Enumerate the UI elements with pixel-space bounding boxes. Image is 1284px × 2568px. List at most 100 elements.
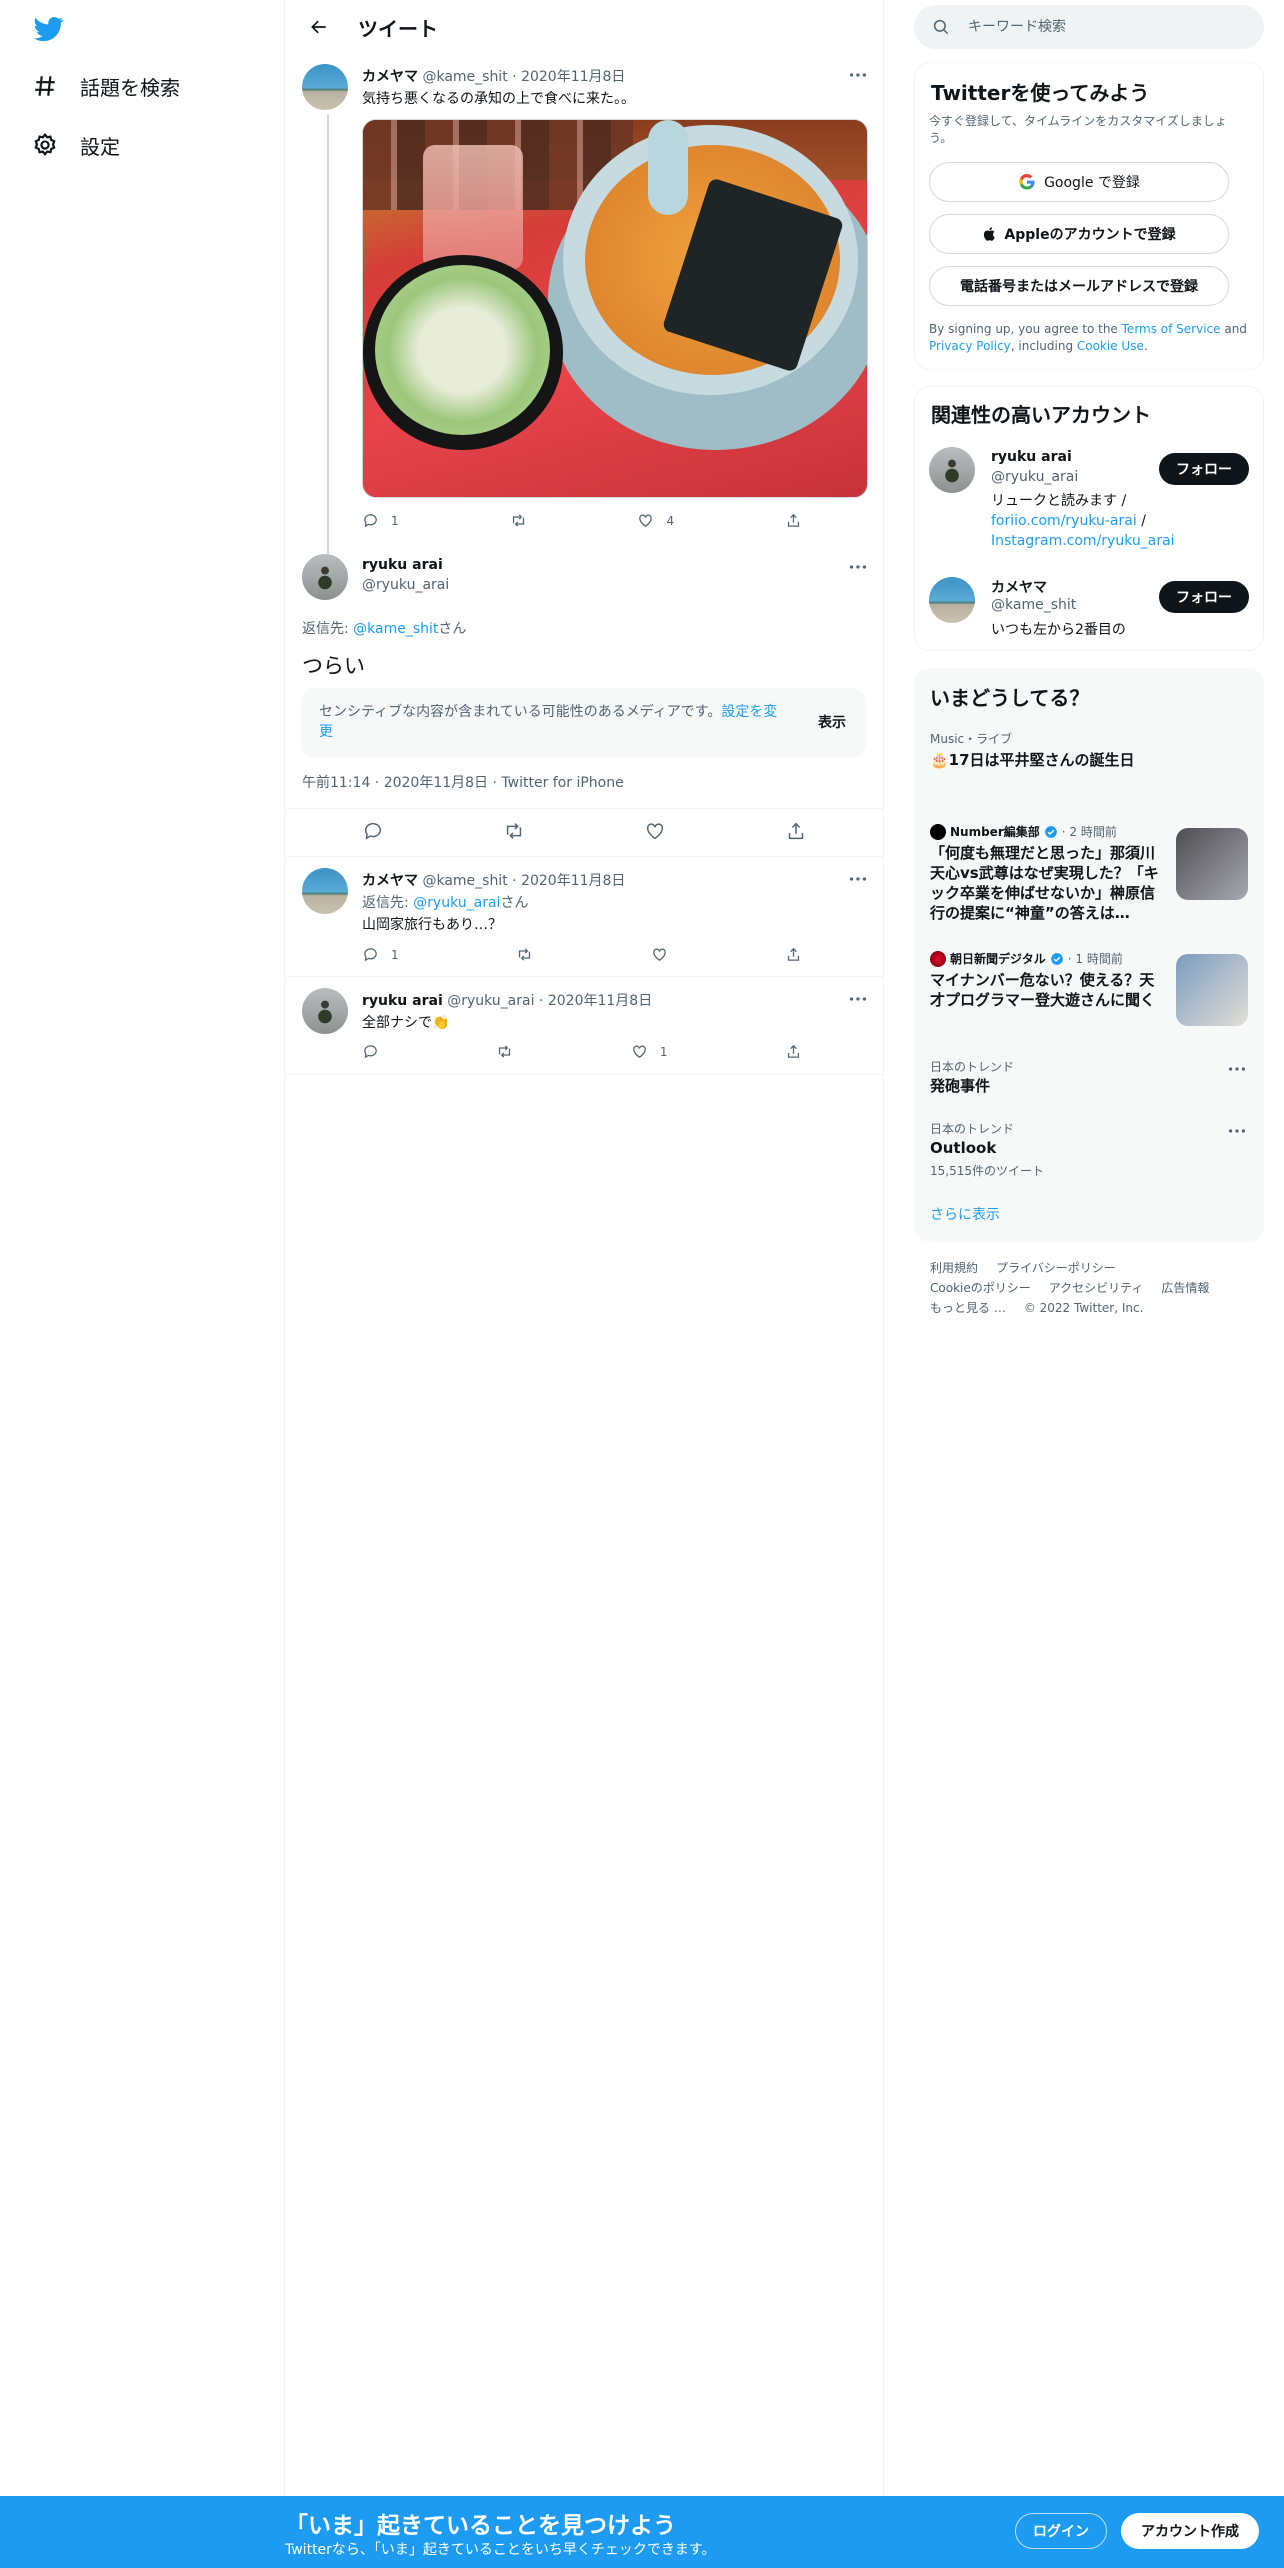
tweet-date[interactable]: 2020年11月8日	[521, 69, 625, 85]
more-icon[interactable]	[847, 64, 869, 86]
sensitive-media-notice: センシティブな内容が含まれている可能性のあるメディアです。設定を変更 表示	[301, 688, 866, 758]
account-handle[interactable]: @kame_shit	[991, 597, 1076, 613]
footer-link-ads[interactable]: 広告情報	[1161, 1281, 1209, 1295]
reply-button[interactable]	[362, 820, 384, 842]
avatar[interactable]	[302, 64, 348, 110]
apple-signup-button[interactable]: Appleのアカウントで登録	[929, 214, 1229, 254]
terms-prefix: By signing up, you agree to the	[929, 322, 1122, 336]
signup-subtitle: 今すぐ登録して、タイムラインをカスタマイズしましょう。	[929, 114, 1227, 145]
reply-button[interactable]: 1	[362, 946, 399, 963]
retweet-button[interactable]	[516, 946, 533, 963]
show-more-link[interactable]: さらに表示	[930, 1204, 1000, 1224]
avatar[interactable]	[302, 988, 348, 1034]
like-count: 1	[659, 1044, 668, 1059]
trends-title: いまどうしてる？	[930, 686, 1090, 710]
cookie-link[interactable]: Cookie Use	[1077, 339, 1144, 353]
tweet-meta[interactable]: 午前11:14 · 2020年11月8日 · Twitter for iPhon…	[302, 772, 624, 792]
author-name[interactable]: カメヤマ	[362, 873, 418, 889]
reply-button[interactable]	[362, 1043, 379, 1060]
tweet-date[interactable]: 2020年11月8日	[548, 993, 652, 1009]
footer-link-accessibility[interactable]: アクセシビリティ	[1049, 1281, 1144, 1295]
like-button[interactable]	[651, 946, 668, 963]
tweet-header: カメヤマ @kame_shit · 2020年11月8日	[362, 870, 625, 890]
author-handle[interactable]: @ryuku_arai	[447, 993, 534, 1009]
footer-link-terms[interactable]: 利用規約	[930, 1261, 978, 1275]
terms-and: and	[1220, 322, 1247, 336]
more-icon[interactable]	[847, 556, 869, 578]
tweet-date[interactable]: 2020年11月8日	[521, 873, 625, 889]
create-account-button[interactable]: アカウント作成	[1121, 2513, 1259, 2549]
nav-item-settings[interactable]: 設定	[32, 125, 120, 165]
avatar[interactable]	[929, 447, 975, 493]
avatar[interactable]	[302, 554, 348, 600]
google-signup-button[interactable]: Google で登録	[929, 162, 1229, 202]
share-button[interactable]	[785, 946, 802, 963]
bio-link[interactable]: Instagram.com/ryuku_arai	[991, 533, 1175, 549]
separator: ·	[512, 873, 517, 889]
more-icon[interactable]	[847, 868, 869, 890]
more-icon[interactable]	[1226, 1058, 1248, 1080]
like-button[interactable]: 1	[631, 1043, 668, 1060]
retweet-button[interactable]	[496, 1043, 513, 1060]
back-button[interactable]	[302, 10, 336, 44]
signup-banner: 「いま」起きていることを見つけよう Twitterなら、「いま」起きていることを…	[0, 2496, 1284, 2568]
share-button[interactable]	[785, 820, 807, 842]
author-name[interactable]: ryuku arai	[362, 557, 443, 573]
show-button[interactable]: 表示	[818, 712, 846, 732]
retweet-button[interactable]	[503, 820, 525, 842]
follow-button[interactable]: フォロー	[1159, 581, 1249, 613]
reply-to-link[interactable]: @kame_shit	[353, 621, 438, 637]
footer-link-privacy[interactable]: プライバシーポリシー	[996, 1261, 1116, 1275]
trend-meta: 日本のトレンド	[930, 1122, 1015, 1136]
footer-link-more[interactable]: もっと見る …	[930, 1301, 1006, 1315]
account-name[interactable]: カメヤマ	[991, 577, 1047, 597]
privacy-link[interactable]: Privacy Policy	[929, 339, 1011, 353]
share-button[interactable]	[785, 1043, 802, 1060]
twitter-bird-icon[interactable]	[32, 14, 66, 44]
phone-email-signup-button[interactable]: 電話番号またはメールアドレスで登録	[929, 266, 1229, 306]
reply-button[interactable]: 1	[362, 512, 399, 529]
like-button[interactable]	[644, 820, 666, 842]
search-box[interactable]	[914, 5, 1264, 49]
search-input[interactable]	[968, 19, 1248, 35]
left-navigation: 話題を検索 設定	[0, 0, 285, 2496]
reply-to-link[interactable]: @ryuku_arai	[413, 895, 500, 911]
share-button[interactable]	[785, 512, 802, 529]
share-icon	[787, 513, 800, 527]
login-button[interactable]: ログイン	[1015, 2513, 1107, 2549]
main-column: ツイート カメヤマ @kame_shit · 2020年11月8日 気持ち悪くな…	[286, 0, 884, 2496]
trend-title: マイナンバー危ない？使える？天才プログラマー登大遊さんに聞く	[930, 971, 1156, 1009]
follow-button[interactable]: フォロー	[1159, 453, 1249, 485]
author-handle[interactable]: @ryuku_arai	[362, 577, 449, 593]
trend-title: 「何度も無理だと思った」那須川天心vs武尊はなぜ実現した？「キック卒業を伸ばせな…	[930, 844, 1159, 922]
divider	[286, 1074, 883, 1075]
more-icon[interactable]	[1226, 1120, 1248, 1142]
reply-context: 返信先: @ryuku_araiさん	[362, 892, 528, 912]
banner-subtitle: Twitterなら、「いま」起きていることをいち早くチェックできます。	[285, 2542, 716, 2558]
footer-link-cookie[interactable]: Cookieのポリシー	[930, 1281, 1031, 1295]
trend-source: Number編集部 · 2 時間前	[930, 823, 1117, 840]
copyright: © 2022 Twitter, Inc.	[1023, 1301, 1144, 1315]
terms-text: By signing up, you agree to the Terms of…	[929, 321, 1254, 355]
account-bio: リュークと読みます / foriio.com/ryuku-arai / Inst…	[991, 491, 1175, 551]
reply-icon	[364, 948, 377, 962]
retweet-icon	[499, 1045, 511, 1058]
author-name[interactable]: ryuku arai	[362, 993, 443, 1009]
retweet-button[interactable]	[510, 512, 527, 529]
like-button[interactable]: 4	[637, 512, 674, 529]
author-handle[interactable]: @kame_shit	[422, 69, 507, 85]
retweet-icon	[518, 948, 531, 961]
heart-icon	[647, 823, 664, 840]
bio-link[interactable]: foriio.com/ryuku-arai	[991, 513, 1137, 529]
account-handle[interactable]: @ryuku_arai	[991, 469, 1078, 485]
tweet-photo[interactable]	[362, 119, 868, 498]
terms-link[interactable]: Terms of Service	[1122, 322, 1221, 336]
nav-item-explore[interactable]: 話題を検索	[32, 66, 180, 106]
author-name[interactable]: カメヤマ	[362, 69, 418, 85]
tweet-actions: 1 4	[362, 512, 802, 529]
more-icon[interactable]	[847, 988, 869, 1010]
avatar[interactable]	[929, 577, 975, 623]
avatar[interactable]	[302, 868, 348, 914]
author-handle[interactable]: @kame_shit	[422, 873, 507, 889]
account-name[interactable]: ryuku arai	[991, 449, 1072, 465]
